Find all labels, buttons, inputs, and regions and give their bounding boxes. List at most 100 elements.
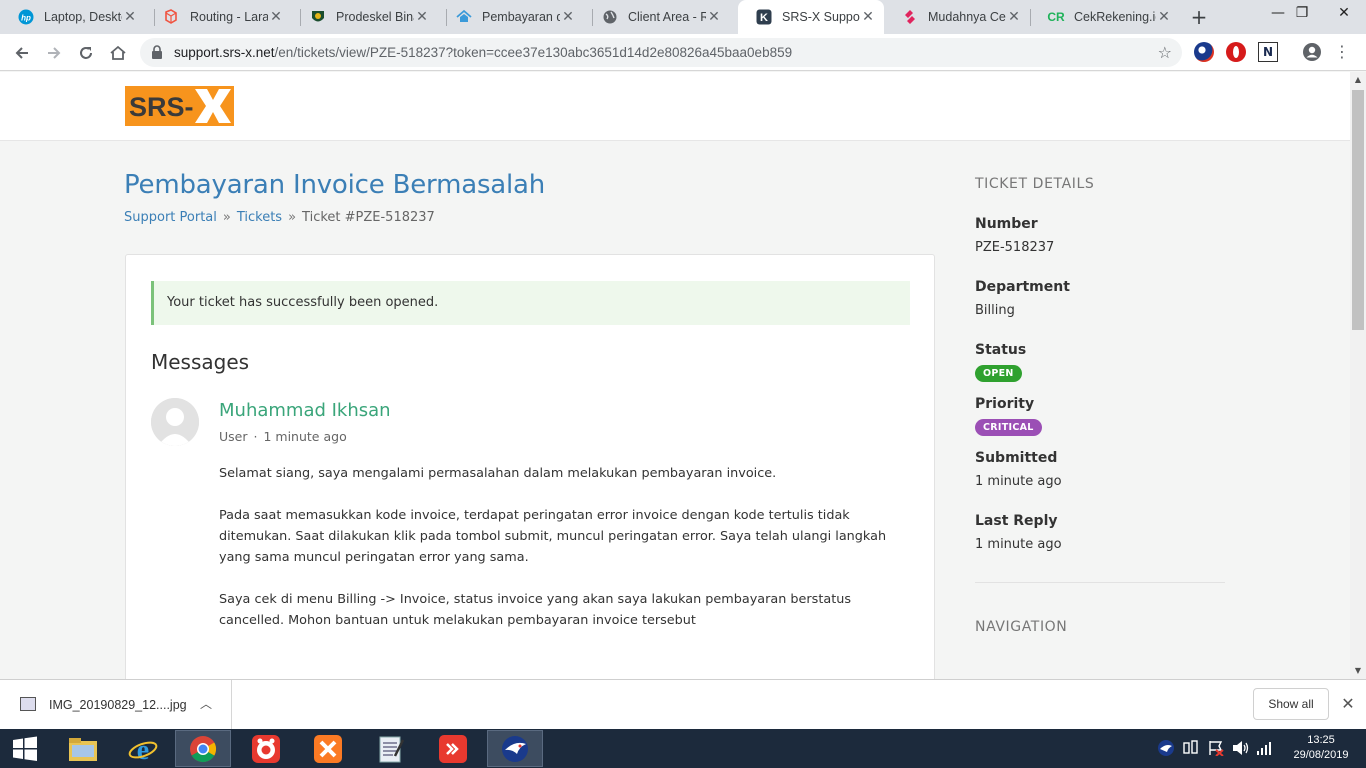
internet-explorer-icon: e — [128, 735, 158, 764]
sidebar-divider — [975, 582, 1225, 583]
status-badge: OPEN — [975, 365, 1022, 382]
extension-icon[interactable] — [1194, 42, 1214, 62]
screen-recorder-app[interactable] — [238, 730, 294, 767]
status-label: Status — [975, 342, 1027, 358]
svg-text:e: e — [137, 735, 149, 764]
n-extension-icon[interactable]: N — [1258, 42, 1278, 62]
page-title: Pembayaran Invoice Bermasalah — [124, 170, 546, 200]
messages-heading: Messages — [151, 350, 250, 374]
back-button[interactable] — [8, 39, 36, 67]
reload-button[interactable] — [72, 39, 100, 67]
flag-icon[interactable] — [1208, 729, 1224, 768]
profile-icon[interactable] — [1302, 42, 1322, 62]
scroll-down-icon[interactable]: ▼ — [1350, 663, 1366, 679]
home-icon — [110, 45, 126, 60]
tab-srs-x-support[interactable]: K SRS-X Support ✕ — [738, 0, 884, 34]
close-icon[interactable]: ✕ — [414, 9, 430, 25]
close-icon[interactable]: ✕ — [122, 9, 138, 25]
git-app[interactable] — [425, 730, 481, 767]
eagle-app[interactable] — [487, 730, 543, 767]
priority-badge: CRITICAL — [975, 419, 1042, 436]
tab-label: SRS-X Support — [782, 10, 860, 24]
signal-icon[interactable] — [1256, 729, 1272, 768]
message-author: Muhammad Ikhsan — [219, 400, 391, 421]
windows-logo-icon — [13, 736, 37, 761]
close-icon[interactable]: ✕ — [1338, 688, 1358, 720]
close-icon[interactable]: ✕ — [560, 9, 576, 25]
tab-cekrekening[interactable]: CR CekRekening.id ✕ — [1030, 0, 1180, 34]
internet-explorer-app[interactable]: e — [115, 730, 171, 767]
back-arrow-icon — [15, 47, 28, 59]
close-icon[interactable]: ✕ — [1156, 9, 1172, 25]
ticket-details-sidebar: TICKET DETAILS Number PZE-518237 Departm… — [975, 176, 1225, 635]
window-close-button[interactable]: ✕ — [1322, 0, 1366, 28]
scroll-thumb[interactable] — [1352, 90, 1364, 330]
message-body: Selamat siang, saya mengalami permasalah… — [219, 463, 909, 652]
volume-icon[interactable] — [1232, 729, 1250, 768]
forward-arrow-icon — [48, 47, 61, 59]
close-icon[interactable]: ✕ — [268, 9, 284, 25]
svg-text:K: K — [760, 12, 768, 24]
new-tab-button[interactable]: + — [1186, 5, 1212, 29]
navigation-heading: NAVIGATION — [975, 619, 1068, 635]
file-explorer-app[interactable] — [55, 730, 111, 767]
message-meta: User · 1 minute ago — [219, 429, 347, 444]
bookmark-star-icon[interactable]: ☆ — [1158, 38, 1172, 67]
clock-date: 29/08/2019 — [1293, 749, 1349, 761]
breadcrumb: Support Portal » Tickets » Ticket #PZE-5… — [124, 210, 435, 225]
xampp-app[interactable] — [300, 730, 356, 767]
page-scrollbar[interactable]: ▲ ▼ — [1350, 72, 1366, 679]
notepad-app[interactable] — [362, 730, 418, 767]
breadcrumb-current: Ticket #PZE-518237 — [302, 210, 435, 225]
emblem-icon — [310, 9, 326, 25]
tab-label: Laptop, Desktop — [44, 10, 122, 24]
kayako-icon: K — [756, 9, 772, 25]
tab-routing[interactable]: Routing - Laravel ✕ — [146, 0, 292, 34]
recorder-icon — [252, 734, 280, 763]
chrome-app[interactable] — [175, 730, 231, 767]
ticket-details-heading: TICKET DETAILS — [975, 176, 1095, 192]
download-item[interactable]: IMG_20190829_12....jpg ︿ — [0, 680, 232, 730]
message-time: 1 minute ago — [263, 429, 347, 444]
scroll-up-icon[interactable]: ▲ — [1350, 72, 1366, 88]
tab-prodeskel[interactable]: Prodeskel Bina ✕ — [292, 0, 438, 34]
ticket-panel: Your ticket has successfully been opened… — [125, 254, 935, 694]
srs-x-logo[interactable]: SRS- — [125, 86, 234, 126]
show-all-button[interactable]: Show all — [1253, 688, 1329, 720]
menu-icon[interactable]: ⋮ — [1334, 42, 1350, 62]
avatar — [151, 398, 199, 446]
number-value: PZE-518237 — [975, 240, 1055, 255]
tab-label: Client Area - Ru — [628, 10, 706, 24]
forward-button[interactable] — [40, 39, 68, 67]
message-paragraph: Pada saat memasukkan kode invoice, terda… — [219, 508, 887, 565]
submitted-value: 1 minute ago — [975, 474, 1062, 489]
system-clock[interactable]: 13:25 29/08/2019 — [1290, 733, 1352, 763]
tab-label: Pembayaran do — [482, 10, 560, 24]
breadcrumb-tickets[interactable]: Tickets — [237, 210, 282, 225]
url-text: support.srs-x.net/en/tickets/view/PZE-51… — [174, 38, 792, 67]
tab-laptop[interactable]: hp Laptop, Desktop ✕ — [0, 0, 146, 34]
home-button[interactable] — [104, 39, 132, 67]
breadcrumb-support-portal[interactable]: Support Portal — [124, 210, 217, 225]
clock-time: 13:25 — [1307, 734, 1335, 746]
site-header: SRS- — [0, 72, 1350, 141]
opera-extension-icon[interactable] — [1226, 42, 1246, 62]
message-paragraph: Saya cek di menu Billing -> Invoice, sta… — [219, 592, 851, 628]
chevron-up-icon[interactable]: ︿ — [200, 680, 212, 728]
cr-icon: CR — [1047, 10, 1065, 24]
maximize-button[interactable]: ❐ — [1280, 0, 1324, 28]
address-bar[interactable]: support.srs-x.net/en/tickets/view/PZE-51… — [140, 38, 1182, 67]
notepad-icon — [379, 736, 405, 762]
download-bar: IMG_20190829_12....jpg ︿ Show all ✕ — [0, 679, 1366, 730]
tab-client-area[interactable]: Client Area - Ru ✕ — [584, 0, 730, 34]
tab-mudahnya-cek[interactable]: Mudahnya Cek ✕ — [884, 0, 1030, 34]
chrome-icon — [190, 735, 217, 762]
close-icon[interactable]: ✕ — [706, 9, 722, 25]
close-icon[interactable]: ✕ — [860, 9, 876, 25]
close-icon[interactable]: ✕ — [1006, 9, 1022, 25]
start-button[interactable] — [0, 730, 50, 767]
tab-pembayaran[interactable]: Pembayaran do ✕ — [438, 0, 584, 34]
network-adapter-icon[interactable] — [1183, 729, 1199, 768]
department-label: Department — [975, 279, 1070, 295]
tray-app-icon[interactable] — [1157, 729, 1175, 768]
